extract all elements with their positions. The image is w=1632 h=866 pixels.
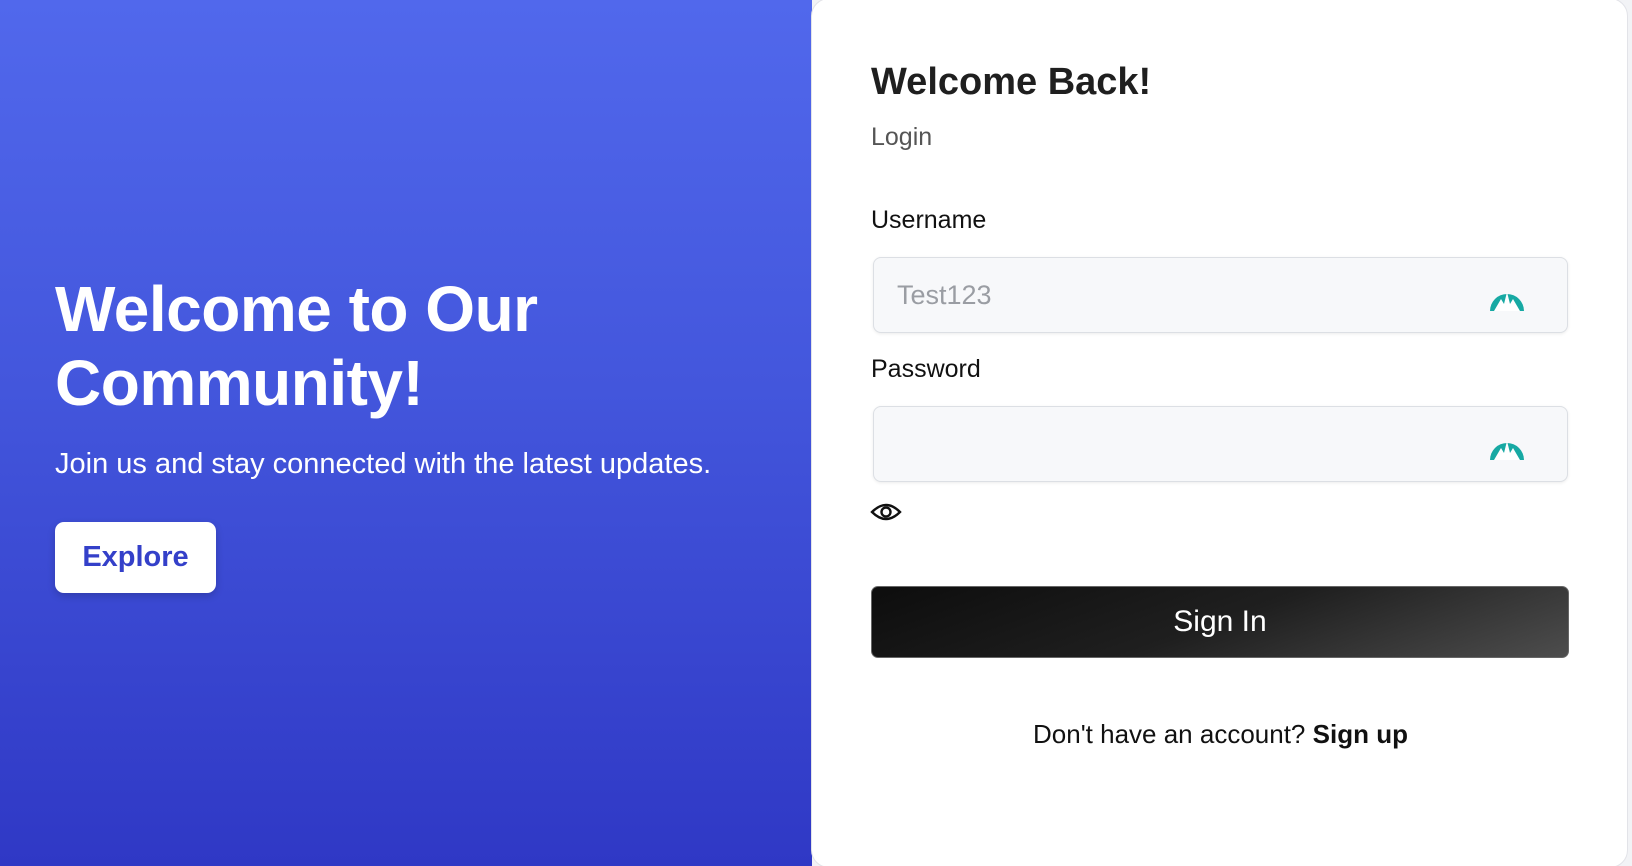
autofill-mountain-icon[interactable] bbox=[1488, 279, 1526, 313]
hero-panel: Welcome to Our Community! Join us and st… bbox=[0, 0, 812, 866]
login-title: Welcome Back! bbox=[871, 61, 1152, 103]
sign-up-link[interactable]: Sign up bbox=[1313, 719, 1408, 749]
sign-in-button[interactable]: Sign In bbox=[871, 586, 1569, 658]
hero-title: Welcome to Our Community! bbox=[55, 273, 538, 419]
login-card: Welcome Back! Login Username Password Si… bbox=[811, 0, 1628, 866]
signup-prompt: Don't have an account? Sign up bbox=[812, 719, 1629, 750]
signup-prompt-text: Don't have an account? bbox=[1033, 719, 1306, 749]
autofill-mountain-icon[interactable] bbox=[1488, 428, 1526, 462]
password-label: Password bbox=[871, 355, 981, 383]
username-input[interactable] bbox=[873, 257, 1568, 333]
username-label: Username bbox=[871, 206, 987, 234]
hero-subtitle: Join us and stay connected with the late… bbox=[55, 448, 712, 480]
login-subtitle: Login bbox=[871, 123, 933, 151]
login-page: Welcome to Our Community! Join us and st… bbox=[0, 0, 1632, 866]
password-input[interactable] bbox=[873, 406, 1568, 482]
explore-button[interactable]: Explore bbox=[55, 522, 216, 593]
show-password-eye-icon[interactable] bbox=[870, 499, 902, 525]
